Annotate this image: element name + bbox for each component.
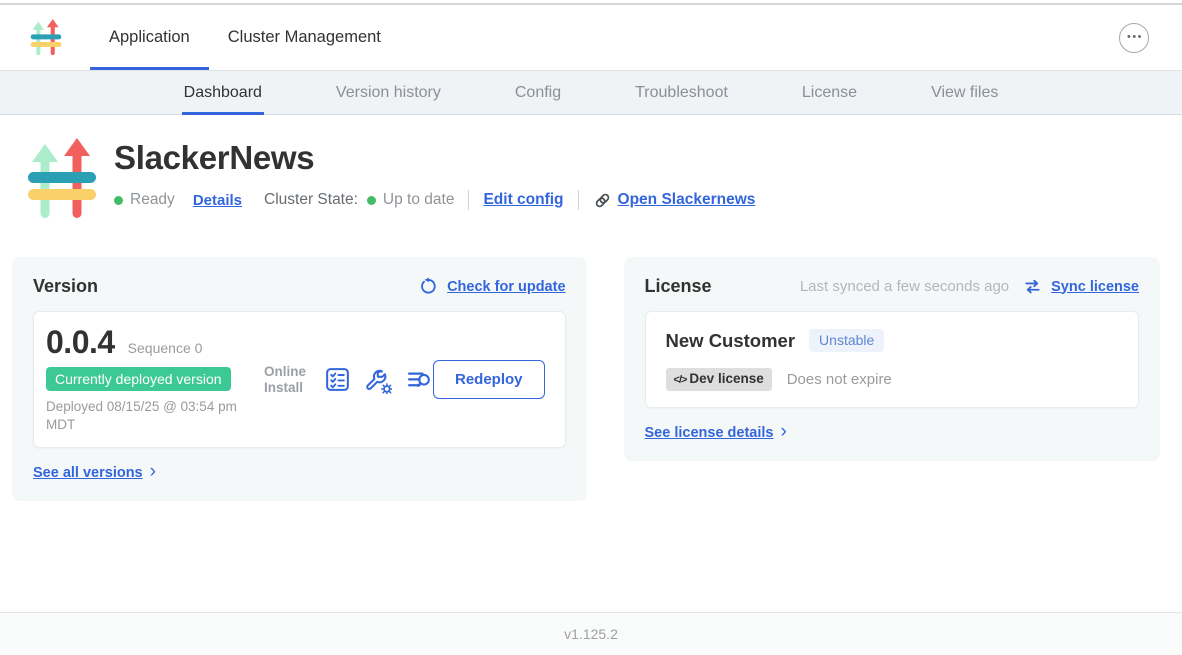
cluster-state-text: Up to date <box>383 191 455 209</box>
chain-link-icon <box>593 191 612 210</box>
sequence-label: Sequence 0 <box>128 340 203 356</box>
last-synced-text: Last synced a few seconds ago <box>800 278 1009 295</box>
see-all-versions-link: See all versions <box>33 465 143 481</box>
tab-dashboard[interactable]: Dashboard <box>184 71 262 114</box>
app-logo-icon <box>28 18 64 58</box>
title-block: SlackerNews Ready Details Cluster State:… <box>114 136 755 210</box>
see-license-details-action[interactable]: See license details › <box>645 423 1139 442</box>
secondary-nav: Dashboard Version history Config Trouble… <box>0 70 1182 115</box>
version-card-title: Version <box>33 276 98 297</box>
tab-config[interactable]: Config <box>515 71 561 114</box>
tab-application[interactable]: Application <box>90 5 209 70</box>
license-card-header: License Last synced a few seconds ago Sy… <box>645 276 1139 297</box>
see-license-details-link: See license details <box>645 425 774 441</box>
customer-name: New Customer <box>666 330 796 352</box>
expiration-text: Does not expire <box>787 371 892 388</box>
chevron-right-icon: › <box>150 462 156 481</box>
primary-nav-tabs: Application Cluster Management <box>90 5 400 70</box>
version-actions: Online Install <box>264 364 433 395</box>
main-content: SlackerNews Ready Details Cluster State:… <box>0 115 1182 612</box>
console-version: v1.125.2 <box>564 626 618 642</box>
primary-nav: Application Cluster Management ••• <box>0 5 1182 70</box>
app-status-text: Ready <box>130 191 175 209</box>
deployed-badge: Currently deployed version <box>46 367 231 391</box>
divider <box>578 190 579 210</box>
details-link[interactable]: Details <box>193 192 242 209</box>
deployed-timestamp: Deployed 08/15/25 @ 03:54 pm MDT <box>46 398 258 433</box>
ellipsis-icon: ••• <box>1127 32 1143 43</box>
current-version-panel: 0.0.4 Sequence 0 Currently deployed vers… <box>33 311 566 448</box>
open-app-link[interactable]: Open Slackernews <box>593 191 756 210</box>
see-all-versions-action[interactable]: See all versions › <box>33 463 566 482</box>
config-wrench-icon[interactable] <box>364 366 392 394</box>
version-number: 0.0.4 <box>46 326 115 358</box>
preflight-checks-icon[interactable] <box>324 366 351 393</box>
channel-badge: Unstable <box>809 329 884 352</box>
more-menu-button[interactable]: ••• <box>1119 23 1149 53</box>
dashboard-cards: Version Check for update 0.0.4 Sequ <box>12 257 1160 501</box>
app-status-dot-icon <box>114 196 123 205</box>
cluster-status-dot-icon <box>367 196 376 205</box>
license-card: License Last synced a few seconds ago Sy… <box>624 257 1160 461</box>
page-footer: v1.125.2 <box>0 612 1182 655</box>
view-logs-icon[interactable] <box>405 366 433 394</box>
page-title: SlackerNews <box>114 139 755 177</box>
tab-troubleshoot[interactable]: Troubleshoot <box>635 71 728 114</box>
open-app-link-text: Open Slackernews <box>618 191 756 209</box>
license-card-title: License <box>645 276 712 297</box>
install-type-label: Online Install <box>264 364 311 395</box>
divider <box>468 190 469 210</box>
version-card-header: Version Check for update <box>33 276 566 297</box>
code-icon: </> <box>674 374 687 386</box>
check-update-action[interactable]: Check for update <box>419 277 565 296</box>
sync-arrows-icon <box>1023 277 1042 296</box>
version-info: 0.0.4 Sequence 0 Currently deployed vers… <box>46 326 264 433</box>
version-card: Version Check for update 0.0.4 Sequ <box>12 257 587 501</box>
license-type-text: Dev license <box>689 372 763 387</box>
tab-version-history[interactable]: Version history <box>336 71 441 114</box>
tab-cluster-management[interactable]: Cluster Management <box>209 5 400 70</box>
redeploy-button[interactable]: Redeploy <box>433 360 545 399</box>
tab-license[interactable]: License <box>802 71 857 114</box>
tab-view-files[interactable]: View files <box>931 71 998 114</box>
chevron-right-icon: › <box>780 422 786 441</box>
app-status-row: Ready Details Cluster State: Up to date … <box>114 190 755 210</box>
app-logo-large-icon <box>22 136 102 224</box>
sync-license-link[interactable]: Sync license <box>1051 279 1139 295</box>
cluster-state-label: Cluster State: <box>264 191 358 209</box>
app-header: SlackerNews Ready Details Cluster State:… <box>22 136 1182 224</box>
edit-config-link[interactable]: Edit config <box>483 191 563 209</box>
check-update-link: Check for update <box>447 279 565 295</box>
license-panel: New Customer Unstable </> Dev license Do… <box>645 311 1139 408</box>
refresh-icon <box>419 277 438 296</box>
license-type-badge: </> Dev license <box>666 368 772 391</box>
